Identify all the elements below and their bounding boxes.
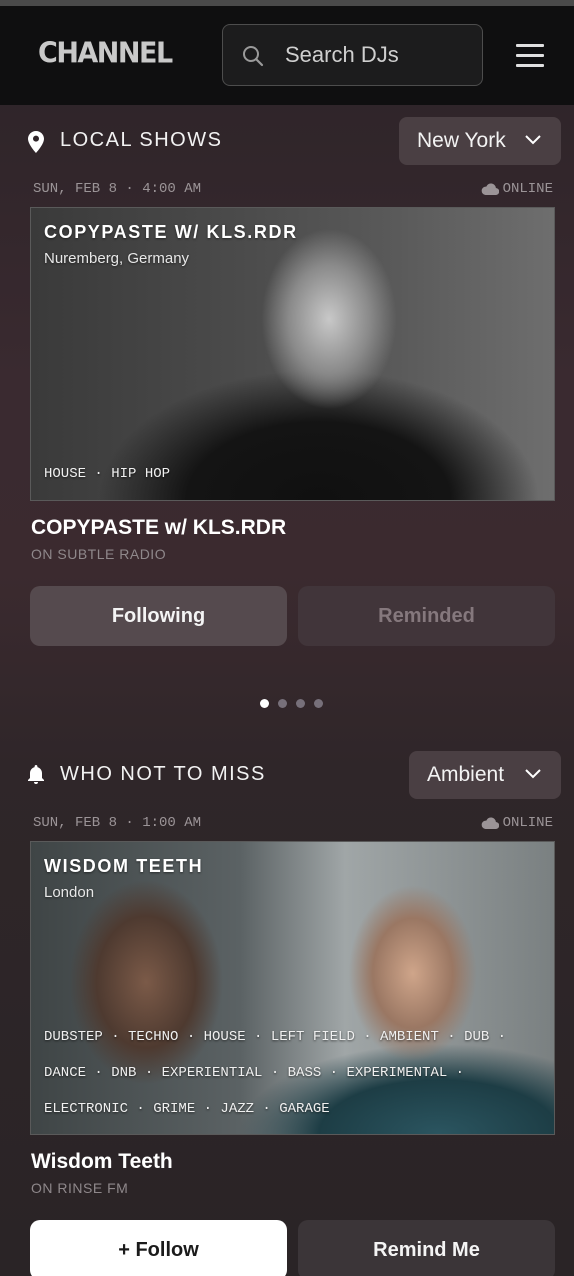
city-dropdown[interactable]: New York xyxy=(399,117,561,165)
cloud-icon xyxy=(481,183,499,195)
app-header: CHANNEL xyxy=(0,6,574,105)
bell-icon xyxy=(28,765,44,784)
show-date: SUN, FEB 8 · 4:00 AM xyxy=(33,181,202,197)
card-location: Nuremberg, Germany xyxy=(44,250,190,267)
show-meta: SUN, FEB 8 · 1:00 AM ONLINE xyxy=(33,815,553,833)
online-label: ONLINE xyxy=(502,181,553,197)
show-date: SUN, FEB 8 · 1:00 AM xyxy=(33,815,202,831)
genre-tags-line: DANCE · DNB · EXPERIENTIAL · BASS · EXPE… xyxy=(44,1065,465,1081)
chevron-down-icon xyxy=(525,135,541,145)
genre-tags-line: DUBSTEP · TECHNO · HOUSE · LEFT FIELD · … xyxy=(44,1029,507,1045)
online-badge: ONLINE xyxy=(481,181,553,197)
local-shows-header: LOCAL SHOWS New York xyxy=(0,117,574,165)
follow-button[interactable]: + Follow xyxy=(30,1220,287,1276)
remind-me-button[interactable]: Remind Me xyxy=(298,1220,555,1276)
genre-tags-line: ELECTRONIC · GRIME · JAZZ · GARAGE xyxy=(44,1101,330,1117)
station-name: ON RINSE FM xyxy=(31,1180,129,1196)
chevron-down-icon xyxy=(525,769,541,779)
search-bar[interactable] xyxy=(222,24,483,86)
station-name: ON SUBTLE RADIO xyxy=(31,546,167,562)
card-title: COPYPASTE W/ KLS.RDR xyxy=(44,222,298,242)
carousel-dot[interactable] xyxy=(278,699,287,708)
section-title: WHO NOT TO MISS xyxy=(60,763,266,785)
carousel-dot[interactable] xyxy=(314,699,323,708)
genre-dropdown[interactable]: Ambient xyxy=(409,751,561,799)
genre-tags: DUBSTEP · TECHNO · HOUSE · LEFT FIELD · … xyxy=(44,1019,506,1127)
genre-dropdown-value: Ambient xyxy=(427,763,505,786)
channel-logo[interactable]: CHANNEL xyxy=(38,37,173,70)
online-badge: ONLINE xyxy=(481,815,553,831)
city-dropdown-value: New York xyxy=(417,129,506,152)
show-card[interactable]: WISDOM TEETH London DUBSTEP · TECHNO · H… xyxy=(30,841,555,1135)
carousel-dot[interactable] xyxy=(296,699,305,708)
show-meta: SUN, FEB 8 · 4:00 AM ONLINE xyxy=(33,181,553,199)
hamburger-menu-icon[interactable] xyxy=(516,44,544,68)
location-pin-icon xyxy=(28,131,44,153)
following-button[interactable]: Following xyxy=(30,586,287,646)
carousel-indicator xyxy=(260,699,323,708)
online-label: ONLINE xyxy=(502,815,553,831)
card-location: London xyxy=(44,884,95,901)
carousel-dot[interactable] xyxy=(260,699,269,708)
card-title: WISDOM TEETH xyxy=(44,856,204,876)
search-input[interactable] xyxy=(285,39,470,71)
reminded-button[interactable]: Reminded xyxy=(298,586,555,646)
who-not-to-miss-header: WHO NOT TO MISS Ambient xyxy=(0,751,574,799)
show-card[interactable]: COPYPASTE W/ KLS.RDR Nuremberg, Germany … xyxy=(30,207,555,501)
show-name[interactable]: COPYPASTE w/ KLS.RDR xyxy=(31,516,286,540)
show-name[interactable]: Wisdom Teeth xyxy=(31,1150,173,1174)
section-title: LOCAL SHOWS xyxy=(60,129,223,151)
cloud-icon xyxy=(481,817,499,829)
search-icon xyxy=(243,46,264,67)
genre-tags: HOUSE · HIP HOP xyxy=(44,466,171,482)
